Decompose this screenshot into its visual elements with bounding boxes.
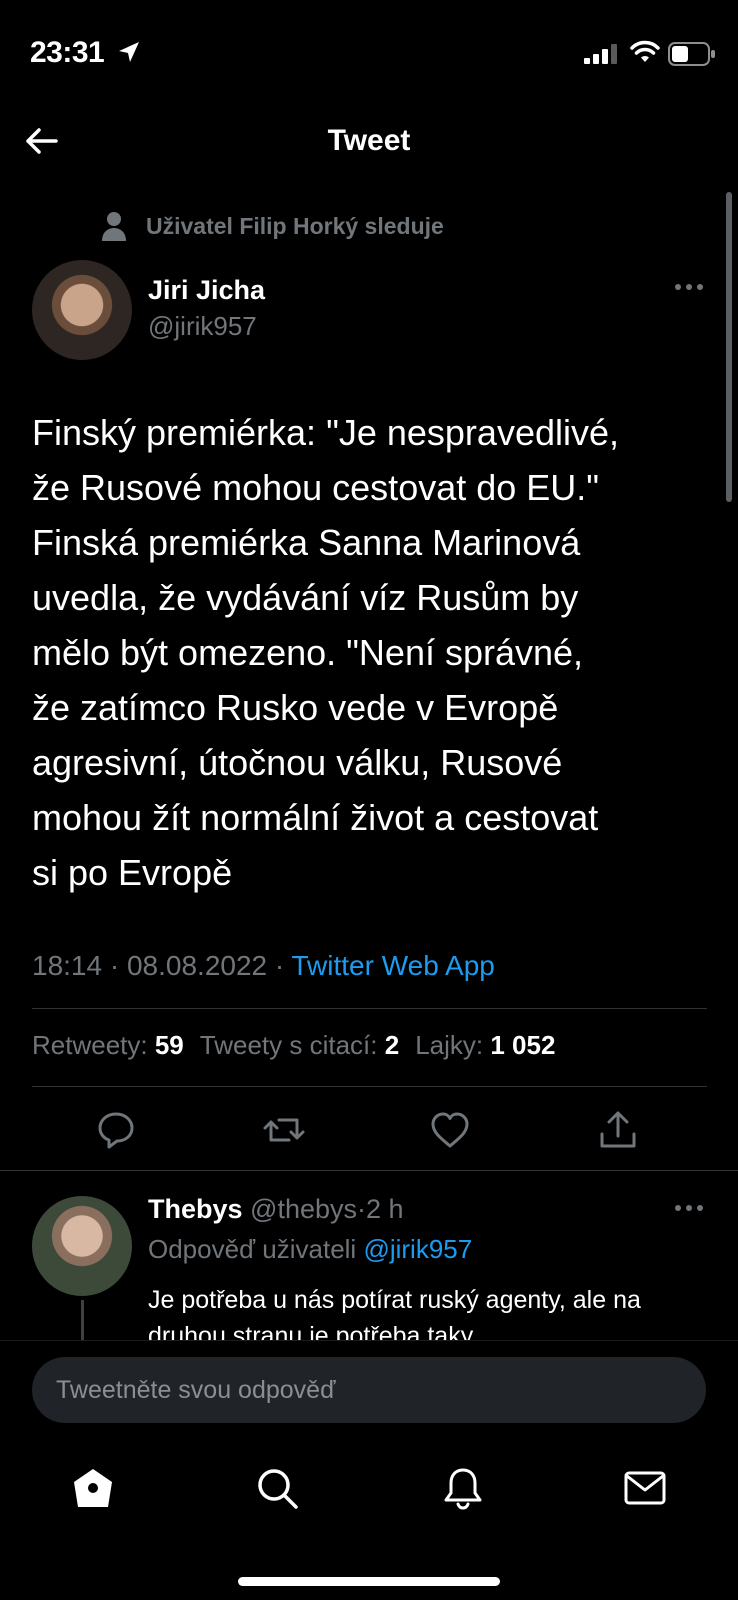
- retweet-icon[interactable]: [262, 1108, 306, 1152]
- meta-separator: ·: [274, 950, 285, 981]
- cellular-signal-icon: [584, 44, 617, 64]
- retweets-label: Retweety:: [32, 1030, 148, 1060]
- replying-to-label: Odpověď uživateli: [148, 1234, 357, 1264]
- tweet-stats: Retweety: 59 Tweety s citací: 2 Lajky: 1…: [32, 1030, 571, 1061]
- author-handle[interactable]: @jirik957: [148, 311, 257, 342]
- tweet-time: 18:14: [32, 950, 103, 981]
- battery-icon: [668, 42, 715, 66]
- quotes-label: Tweety s citací:: [199, 1030, 378, 1060]
- tweet-date: 08.08.2022: [126, 950, 268, 981]
- tweet-text: Finský premiérka: "Je nespravedlivé, že …: [32, 412, 620, 893]
- reply-icon[interactable]: [94, 1108, 138, 1152]
- thread-line: [81, 1300, 84, 1340]
- replying-to: Odpověď uživateli @jirik957: [148, 1234, 472, 1265]
- divider: [0, 1170, 738, 1171]
- status-bar: 23:31: [0, 0, 738, 100]
- tweet-meta: 18:14 · 08.08.2022 · Twitter Web App: [32, 950, 495, 982]
- likes-stat[interactable]: Lajky: 1 052: [415, 1030, 555, 1061]
- person-icon: [102, 212, 126, 241]
- reply-text: Je potřeba u nás potírat ruský agenty, a…: [148, 1286, 641, 1340]
- social-context: Uživatel Filip Horký sleduje: [100, 208, 444, 244]
- more-options-icon[interactable]: [674, 1203, 704, 1213]
- share-icon[interactable]: [596, 1108, 640, 1152]
- home-indicator: [238, 1577, 500, 1586]
- tweet-source-link[interactable]: Twitter Web App: [292, 950, 495, 981]
- reply-age: 2 h: [366, 1194, 404, 1224]
- author-name[interactable]: Jiri Jicha: [148, 275, 265, 306]
- tweet-actions: [0, 1108, 738, 1158]
- heart-icon[interactable]: [428, 1108, 472, 1152]
- home-icon[interactable]: [70, 1465, 116, 1511]
- status-time: 23:31: [30, 36, 105, 69]
- reply-author-name[interactable]: Thebys: [148, 1194, 243, 1224]
- quotes-count: 2: [384, 1030, 400, 1060]
- reply-separator: ·: [357, 1194, 367, 1224]
- replying-to-handle[interactable]: @jirik957: [363, 1234, 472, 1264]
- bottom-bar: [0, 1340, 738, 1600]
- retweets-stat[interactable]: Retweety: 59: [32, 1030, 184, 1061]
- avatar[interactable]: [32, 260, 132, 360]
- scrollbar[interactable]: [726, 192, 732, 502]
- reply-header: Thebys @thebys·2 h: [148, 1194, 404, 1225]
- more-options-icon[interactable]: [674, 282, 704, 292]
- divider: [32, 1086, 707, 1087]
- reply-avatar[interactable]: [32, 1196, 132, 1296]
- likes-count: 1 052: [490, 1030, 556, 1060]
- wifi-icon: [630, 40, 660, 62]
- social-context-text: Uživatel Filip Horký sleduje: [146, 212, 444, 239]
- reply-composer-input[interactable]: [32, 1357, 706, 1423]
- mail-icon[interactable]: [622, 1465, 668, 1511]
- quotes-stat[interactable]: Tweety s citací: 2: [200, 1030, 399, 1061]
- likes-label: Lajky:: [415, 1030, 484, 1060]
- retweets-count: 59: [154, 1030, 184, 1060]
- divider: [32, 1008, 707, 1009]
- location-arrow-icon: [119, 42, 139, 62]
- reply-text-container: Je potřeba u nás potírat ruský agenty, a…: [148, 1282, 708, 1340]
- search-icon[interactable]: [254, 1465, 300, 1511]
- reply-author-handle[interactable]: @thebys: [250, 1194, 357, 1224]
- meta-separator: ·: [109, 950, 120, 981]
- bell-icon[interactable]: [440, 1465, 486, 1511]
- page-title: Tweet: [327, 124, 411, 157]
